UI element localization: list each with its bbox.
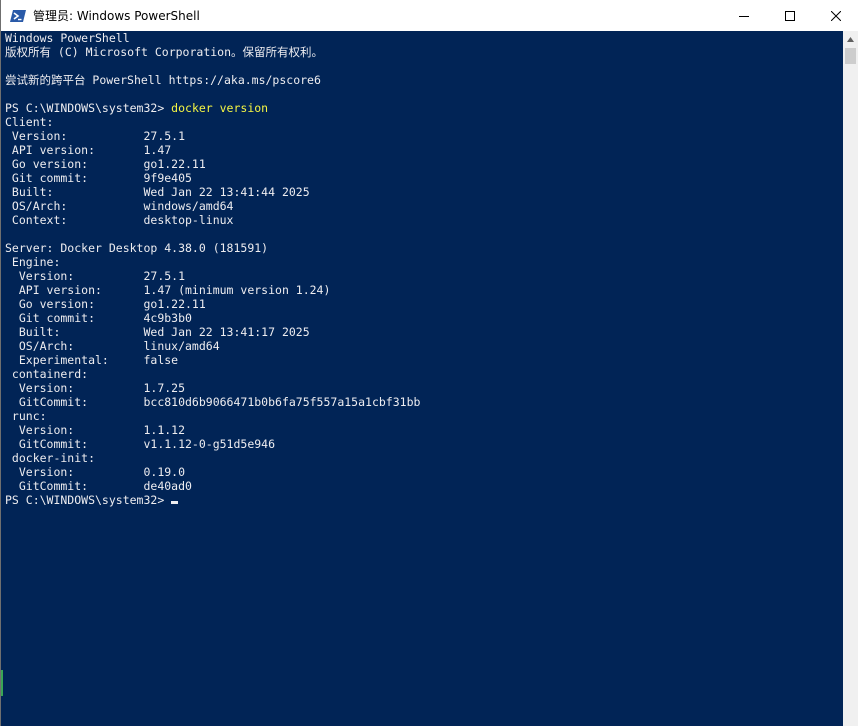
command-text: docker version <box>171 101 269 115</box>
output-line: Engine: <box>5 255 61 269</box>
output-line: Go version: go1.22.11 <box>5 297 206 311</box>
text-cursor <box>171 501 179 504</box>
chevron-up-icon <box>847 37 854 42</box>
caption-buttons <box>721 0 858 31</box>
output-line: API version: 1.47 (minimum version 1.24) <box>5 283 331 297</box>
output-line: Git commit: 4c9b3b0 <box>5 311 192 325</box>
powershell-icon[interactable] <box>10 8 26 24</box>
output-line: Version: 1.7.25 <box>5 381 186 395</box>
output-line: Experimental: false <box>5 353 179 367</box>
output-line: Windows PowerShell <box>5 31 130 45</box>
output-line: Version: 1.1.12 <box>5 423 186 437</box>
output-line: Built: Wed Jan 22 13:41:17 2025 <box>5 325 310 339</box>
output-line: Version: 27.5.1 <box>5 129 186 143</box>
output-line: Client: <box>5 115 54 129</box>
scrollbar-thumb[interactable] <box>845 48 856 64</box>
maximize-icon <box>785 10 795 21</box>
output-line: docker-init: <box>5 451 96 465</box>
output-line: OS/Arch: linux/amd64 <box>5 339 220 353</box>
console-output[interactable]: Windows PowerShell 版权所有 (C) Microsoft Cor… <box>2 31 844 726</box>
window-title: 管理员: Windows PowerShell <box>33 9 200 23</box>
output-line: 版权所有 (C) Microsoft Corporation。保留所有权利。 <box>5 45 324 59</box>
output-line: OS/Arch: windows/amd64 <box>5 199 234 213</box>
output-line: containerd: <box>5 367 89 381</box>
output-line: Go version: go1.22.11 <box>5 157 206 171</box>
title-bar[interactable]: 管理员: Windows PowerShell <box>1 0 858 31</box>
minimize-button[interactable] <box>721 0 767 31</box>
prompt-line: PS C:\WINDOWS\system32> <box>5 493 844 507</box>
output-line: Version: 27.5.1 <box>5 269 186 283</box>
output-line: Context: desktop-linux <box>5 213 234 227</box>
background-window-edge <box>1 670 3 696</box>
output-line: 尝试新的跨平台 PowerShell https://aka.ms/pscore… <box>5 73 321 87</box>
maximize-button[interactable] <box>767 0 813 31</box>
scroll-up-button[interactable] <box>843 31 858 48</box>
prompt-text: PS C:\WINDOWS\system32> <box>5 493 172 507</box>
minimize-icon <box>739 15 749 17</box>
output-line: GitCommit: v1.1.12-0-g51d5e946 <box>5 437 276 451</box>
prompt-text: PS C:\WINDOWS\system32> <box>5 101 172 115</box>
output-line: GitCommit: bcc810d6b9066471b0b6fa75f557a… <box>5 395 421 409</box>
output-line: runc: <box>5 409 47 423</box>
output-line: Server: Docker Desktop 4.38.0 (181591) <box>5 241 269 255</box>
console-text: Windows PowerShell 版权所有 (C) Microsoft Cor… <box>2 31 844 507</box>
close-icon <box>831 10 841 21</box>
output-line: GitCommit: de40ad0 <box>5 479 192 493</box>
output-line: API version: 1.47 <box>5 143 172 157</box>
output-line: Version: 0.19.0 <box>5 465 186 479</box>
close-button[interactable] <box>813 0 858 31</box>
output-line: Git commit: 9f9e405 <box>5 171 192 185</box>
powershell-window: 管理员: Windows PowerShell Windows PowerShe… <box>0 0 858 726</box>
prompt-line: PS C:\WINDOWS\system32> docker version <box>5 101 844 115</box>
vertical-scrollbar[interactable] <box>843 31 858 726</box>
output-line: Built: Wed Jan 22 13:41:44 2025 <box>5 185 310 199</box>
